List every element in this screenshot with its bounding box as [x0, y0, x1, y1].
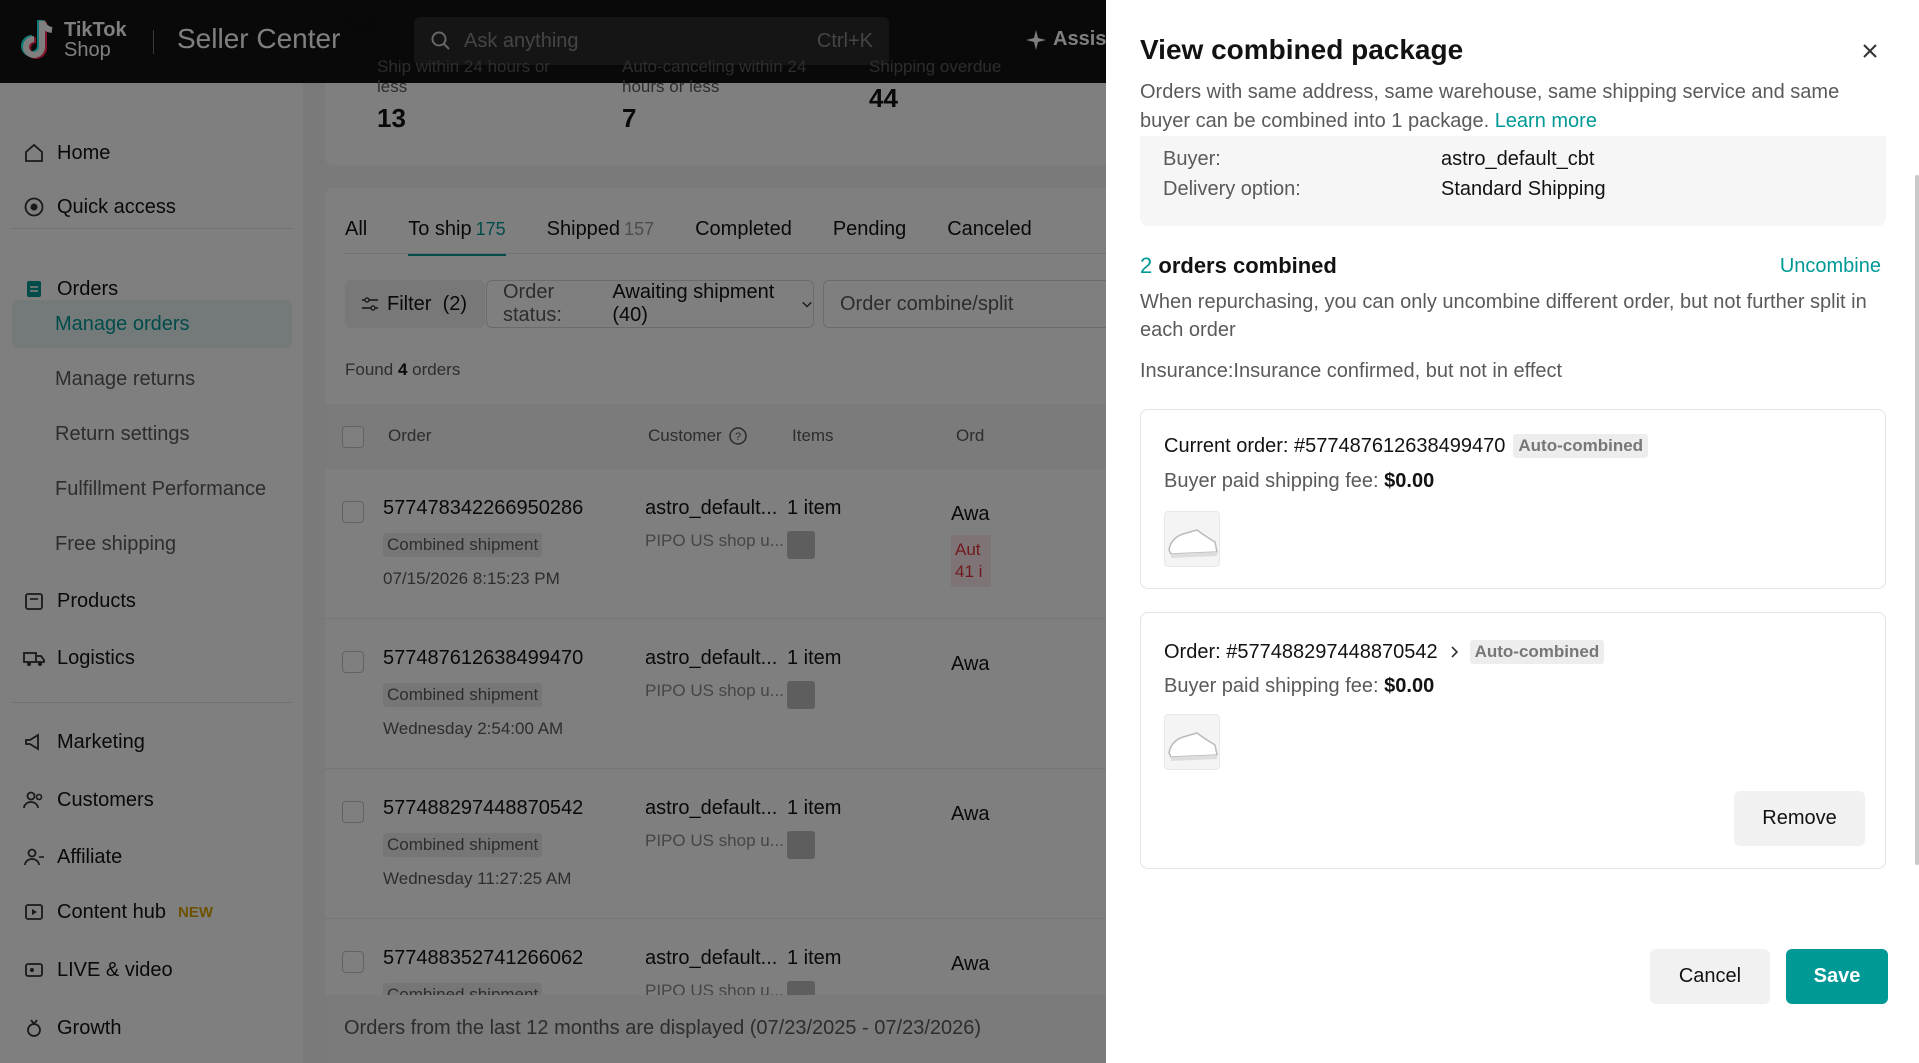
auto-combined-tag: Auto-combined — [1469, 640, 1605, 664]
delivery-row: Delivery option: Standard Shipping — [1163, 178, 1606, 201]
drawer-description: Orders with same address, same warehouse… — [1140, 78, 1880, 136]
product-image — [1164, 511, 1220, 567]
fee-label: Buyer paid shipping fee: — [1164, 470, 1379, 492]
insurance-info: Insurance:Insurance confirmed, but not i… — [1140, 360, 1562, 383]
drawer-title: View combined package — [1140, 34, 1464, 65]
delivery-value: Standard Shipping — [1441, 178, 1606, 200]
combined-order-card: Order: #577488297448870542 Auto-combined… — [1140, 612, 1886, 869]
sneaker-icon — [1168, 529, 1218, 558]
drawer-scrollbar[interactable] — [1915, 175, 1919, 865]
buyer-label: Buyer: — [1163, 148, 1221, 170]
shipping-fee: Buyer paid shipping fee: $0.00 — [1164, 675, 1434, 698]
insurance-value: Insurance confirmed, but not in effect — [1233, 360, 1563, 382]
fee-value: $0.00 — [1384, 675, 1435, 697]
buyer-value: astro_default_cbt — [1441, 148, 1595, 170]
order-title: Current order: #577487612638499470 Auto-… — [1164, 434, 1649, 458]
delivery-label: Delivery option: — [1163, 178, 1301, 200]
description-text: Orders with same address, same warehouse… — [1140, 81, 1840, 132]
close-icon[interactable] — [1859, 40, 1881, 62]
insurance-label: Insurance: — [1140, 360, 1234, 382]
combined-text: orders combined — [1158, 253, 1337, 278]
buyer-row: Buyer: astro_default_cbt — [1163, 148, 1594, 171]
combined-package-drawer: View combined package Orders with same a… — [1106, 0, 1919, 1063]
save-button[interactable]: Save — [1786, 949, 1888, 1004]
auto-combined-tag: Auto-combined — [1513, 434, 1649, 458]
repurchase-note: When repurchasing, you can only uncombin… — [1140, 291, 1867, 341]
learn-more-link[interactable]: Learn more — [1495, 110, 1597, 132]
order-number-link[interactable]: Order: #577488297448870542 — [1164, 641, 1438, 664]
order-title[interactable]: Order: #577488297448870542 Auto-combined — [1164, 640, 1605, 664]
product-image — [1164, 714, 1220, 770]
cancel-button[interactable]: Cancel — [1650, 949, 1770, 1004]
remove-button[interactable]: Remove — [1734, 791, 1865, 846]
fee-value: $0.00 — [1384, 470, 1435, 492]
sneaker-icon — [1168, 732, 1218, 761]
current-order-card: Current order: #577487612638499470 Auto-… — [1140, 409, 1886, 589]
chevron-right-icon[interactable] — [1448, 645, 1462, 659]
shipping-fee: Buyer paid shipping fee: $0.00 — [1164, 470, 1434, 493]
buyer-info-box: Buyer: astro_default_cbt Delivery option… — [1140, 136, 1886, 226]
uncombine-link[interactable]: Uncombine — [1780, 255, 1881, 278]
combined-heading: 2 orders combined — [1140, 253, 1337, 279]
combined-count: 2 — [1140, 253, 1153, 278]
fee-label: Buyer paid shipping fee: — [1164, 675, 1379, 697]
order-number: Current order: #577487612638499470 — [1164, 434, 1506, 457]
